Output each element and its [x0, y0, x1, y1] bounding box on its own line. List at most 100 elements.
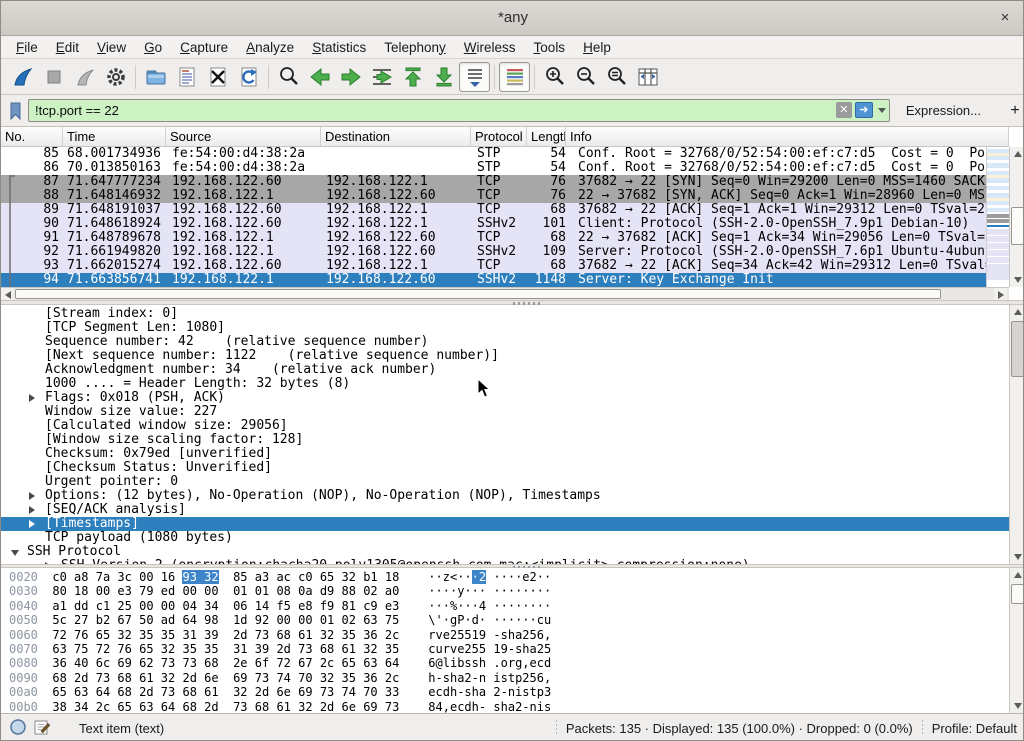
ascii-char[interactable]: 2: [464, 642, 471, 656]
hex-byte[interactable]: c0: [52, 570, 66, 584]
hex-byte[interactable]: ed: [161, 584, 175, 598]
ascii-char[interactable]: c: [537, 656, 544, 670]
ascii-char[interactable]: h: [472, 700, 479, 713]
hex-byte[interactable]: 67: [117, 613, 131, 627]
detail-line[interactable]: Urgent pointer: 0: [1, 475, 1009, 489]
hex-byte[interactable]: 73: [182, 656, 196, 670]
ascii-char[interactable]: ·: [493, 599, 500, 613]
close-button[interactable]: ×: [995, 8, 1015, 28]
hex-byte[interactable]: 00: [298, 613, 312, 627]
detail-line[interactable]: SSH Protocol: [1, 545, 1009, 559]
hex-byte[interactable]: 65: [139, 642, 153, 656]
collapsed-arrow-icon[interactable]: [29, 520, 35, 528]
hex-byte[interactable]: 34: [204, 599, 218, 613]
hex-byte[interactable]: 1d: [233, 613, 247, 627]
scroll-up-icon[interactable]: [1010, 568, 1024, 582]
detail-line[interactable]: 1000 .... = Header Length: 32 bytes (8): [1, 377, 1009, 391]
ascii-char[interactable]: ·: [435, 599, 442, 613]
packet-row-89[interactable]: 8971.648191037192.168.122.60192.168.122.…: [1, 203, 986, 217]
hex-byte[interactable]: 32: [320, 671, 334, 685]
hex-byte[interactable]: 73: [255, 671, 269, 685]
hex-byte[interactable]: 35: [204, 642, 218, 656]
ascii-char[interactable]: i: [537, 700, 544, 713]
capture-start-button[interactable]: [7, 62, 38, 92]
ascii-char[interactable]: h: [501, 700, 508, 713]
hex-byte[interactable]: 68: [204, 656, 218, 670]
hex-byte[interactable]: 2e: [233, 656, 247, 670]
hex-byte[interactable]: f9: [320, 599, 334, 613]
hex-byte[interactable]: 2d: [182, 671, 196, 685]
hex-byte[interactable]: a3: [255, 570, 269, 584]
status-profile[interactable]: Profile: Default: [932, 721, 1017, 736]
hex-byte[interactable]: 18: [385, 570, 399, 584]
hex-byte[interactable]: 68: [182, 700, 196, 713]
menu-edit[interactable]: Edit: [47, 38, 88, 57]
hex-byte[interactable]: 2d: [233, 628, 247, 642]
packet-row-91[interactable]: 9171.648789678192.168.122.1192.168.122.6…: [1, 231, 986, 245]
hex-byte[interactable]: 35: [182, 642, 196, 656]
hex-byte[interactable]: 61: [204, 685, 218, 699]
ascii-char[interactable]: 2: [493, 685, 500, 699]
hex-byte[interactable]: 00: [182, 584, 196, 598]
ascii-char[interactable]: 2: [522, 628, 529, 642]
ascii-char[interactable]: d: [544, 656, 551, 670]
hex-byte[interactable]: 31: [233, 642, 247, 656]
hex-byte[interactable]: 61: [276, 700, 290, 713]
ascii-char[interactable]: ·: [493, 570, 500, 584]
go-back-button[interactable]: [304, 62, 335, 92]
hex-byte[interactable]: 32: [320, 628, 334, 642]
scroll-up-icon[interactable]: [1010, 305, 1024, 319]
hex-byte[interactable]: 04: [182, 599, 196, 613]
packet-row-88[interactable]: 8871.648146932192.168.122.1192.168.122.6…: [1, 189, 986, 203]
ascii-char[interactable]: ·: [472, 584, 479, 598]
file-save-button[interactable]: [171, 62, 202, 92]
packet-list-hscrollbar[interactable]: [1, 287, 1009, 300]
hex-byte[interactable]: 7a: [96, 570, 110, 584]
hex-byte[interactable]: 68: [52, 671, 66, 685]
hex-byte[interactable]: 63: [139, 700, 153, 713]
menu-view[interactable]: View: [88, 38, 135, 57]
hex-byte[interactable]: 00: [139, 599, 153, 613]
packet-row-94[interactable]: 9471.663856741192.168.122.1192.168.122.6…: [1, 273, 986, 287]
hex-byte[interactable]: 64: [182, 613, 196, 627]
ascii-char[interactable]: s: [464, 685, 471, 699]
ascii-char[interactable]: ·: [530, 599, 537, 613]
ascii-char[interactable]: ·: [443, 613, 450, 627]
hex-byte[interactable]: c1: [96, 599, 110, 613]
hex-byte[interactable]: 32: [233, 685, 247, 699]
hex-byte[interactable]: 65: [320, 570, 334, 584]
hex-byte[interactable]: 2c: [385, 671, 399, 685]
hex-byte[interactable]: 72: [276, 656, 290, 670]
packet-list-vscrollbar[interactable]: [1009, 147, 1024, 287]
ascii-char[interactable]: ·: [537, 584, 544, 598]
hex-byte[interactable]: 01: [233, 584, 247, 598]
hex-byte[interactable]: 32: [298, 700, 312, 713]
hex-byte[interactable]: 00: [96, 584, 110, 598]
scroll-up-icon[interactable]: [1010, 147, 1024, 161]
ascii-char[interactable]: ·: [493, 613, 500, 627]
hex-byte[interactable]: 35: [161, 628, 175, 642]
hex-byte[interactable]: a8: [74, 570, 88, 584]
scrollbar-thumb[interactable]: [15, 289, 941, 299]
hex-byte[interactable]: 27: [74, 613, 88, 627]
ascii-char[interactable]: ·: [530, 584, 537, 598]
hex-byte[interactable]: 63: [74, 685, 88, 699]
hex-byte[interactable]: f5: [276, 599, 290, 613]
hex-byte[interactable]: 73: [298, 642, 312, 656]
collapsed-arrow-icon[interactable]: [29, 492, 35, 500]
hex-byte[interactable]: 2d: [276, 642, 290, 656]
hex-byte[interactable]: 2c: [385, 628, 399, 642]
ascii-char[interactable]: ': [435, 613, 442, 627]
hex-byte[interactable]: 32: [342, 570, 356, 584]
ascii-char[interactable]: .: [493, 656, 500, 670]
ascii-char[interactable]: ·: [435, 584, 442, 598]
ascii-char[interactable]: s: [493, 700, 500, 713]
ascii-char[interactable]: 1: [472, 628, 479, 642]
hex-byte[interactable]: 68: [182, 685, 196, 699]
hex-byte[interactable]: 36: [363, 628, 377, 642]
ascii-char[interactable]: v: [435, 628, 442, 642]
hex-byte[interactable]: 2d: [255, 685, 269, 699]
ascii-char[interactable]: p: [537, 685, 544, 699]
hex-byte[interactable]: 73: [320, 685, 334, 699]
ascii-char[interactable]: -: [493, 628, 500, 642]
